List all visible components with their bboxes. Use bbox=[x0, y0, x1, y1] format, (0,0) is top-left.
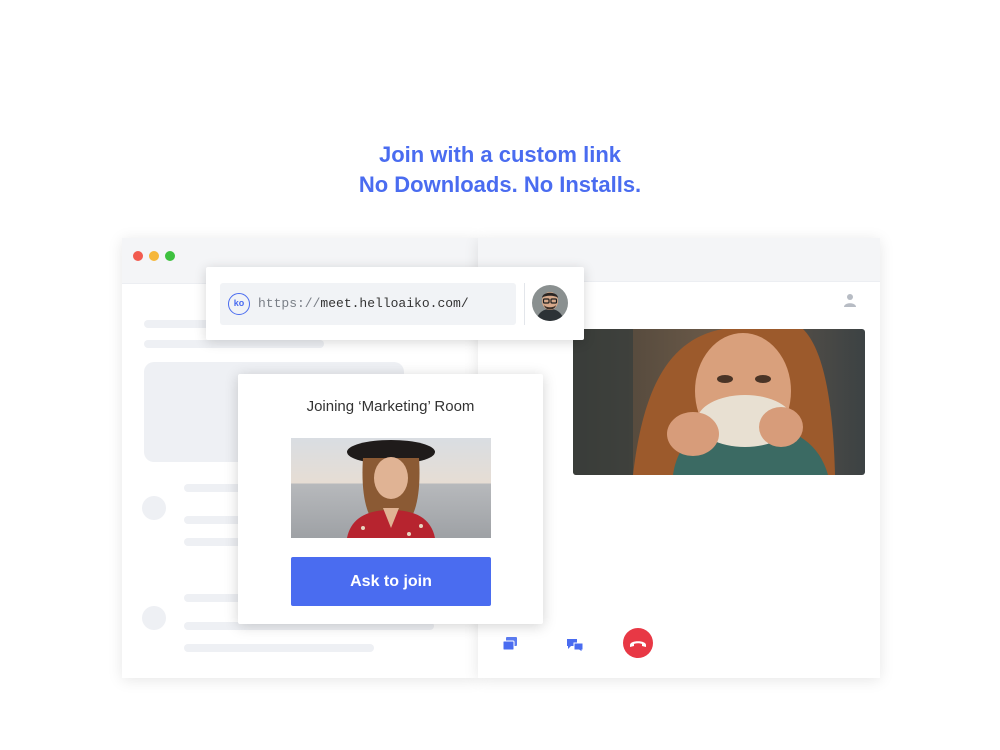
minimize-dot-icon[interactable] bbox=[149, 251, 159, 261]
screen-share-icon[interactable] bbox=[502, 636, 518, 652]
close-dot-icon[interactable] bbox=[133, 251, 143, 261]
placeholder-line bbox=[144, 340, 324, 348]
ask-to-join-button[interactable]: Ask to join bbox=[291, 557, 491, 606]
maximize-dot-icon[interactable] bbox=[165, 251, 175, 261]
placeholder-line bbox=[184, 644, 374, 652]
url-protocol: https:// bbox=[258, 296, 321, 311]
headline-line-1: Join with a custom link bbox=[378, 142, 622, 167]
join-room-dialog: Joining ‘Marketing’ Room Ask to join bbox=[238, 374, 543, 624]
chat-icon[interactable] bbox=[566, 637, 584, 653]
aiko-logo-icon: ko bbox=[228, 293, 250, 315]
self-preview-video bbox=[291, 438, 491, 538]
headline: Join with a custom link No Downloads. No… bbox=[0, 140, 1000, 200]
person-icon[interactable] bbox=[842, 292, 858, 308]
hang-up-icon bbox=[630, 641, 646, 647]
headline-line-2: No Downloads. No Installs. bbox=[358, 172, 642, 197]
divider bbox=[524, 283, 525, 325]
main-video-feed bbox=[573, 329, 865, 475]
placeholder-avatar bbox=[142, 606, 166, 630]
avatar[interactable] bbox=[532, 285, 568, 321]
placeholder-avatar bbox=[142, 496, 166, 520]
user-avatar-image bbox=[532, 285, 568, 321]
video-participant-image bbox=[573, 329, 865, 475]
address-bar-card: ko https://meet.helloaiko.com/ bbox=[206, 267, 584, 340]
url-text: https://meet.helloaiko.com/ bbox=[258, 296, 469, 311]
join-dialog-title: Joining ‘Marketing’ Room bbox=[306, 398, 475, 415]
self-preview-image bbox=[291, 438, 491, 538]
url-host: meet.helloaiko.com/ bbox=[320, 296, 469, 311]
url-field[interactable]: ko https://meet.helloaiko.com/ bbox=[220, 283, 516, 325]
hang-up-button[interactable] bbox=[623, 628, 653, 658]
